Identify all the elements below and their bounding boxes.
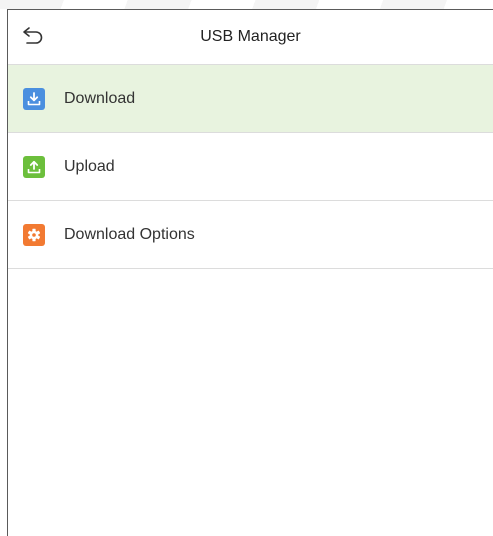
menu-item-label: Download Options (64, 225, 195, 243)
usb-manager-screen: USB Manager Download Upload Download Opt… (7, 9, 493, 536)
menu-list: Download Upload Download Options (8, 65, 493, 269)
menu-item-download-options[interactable]: Download Options (8, 201, 493, 269)
back-arrow-icon (22, 25, 44, 50)
back-button[interactable] (20, 24, 46, 50)
download-icon (23, 87, 45, 110)
upload-icon (23, 155, 45, 178)
page-title: USB Manager (200, 28, 301, 45)
menu-item-upload[interactable]: Upload (8, 133, 493, 201)
header-bar: USB Manager (8, 10, 493, 65)
gear-icon (23, 223, 45, 246)
menu-item-download[interactable]: Download (8, 65, 493, 133)
menu-item-label: Download (64, 89, 136, 107)
menu-item-label: Upload (64, 157, 115, 175)
top-background-strip (0, 0, 493, 9)
